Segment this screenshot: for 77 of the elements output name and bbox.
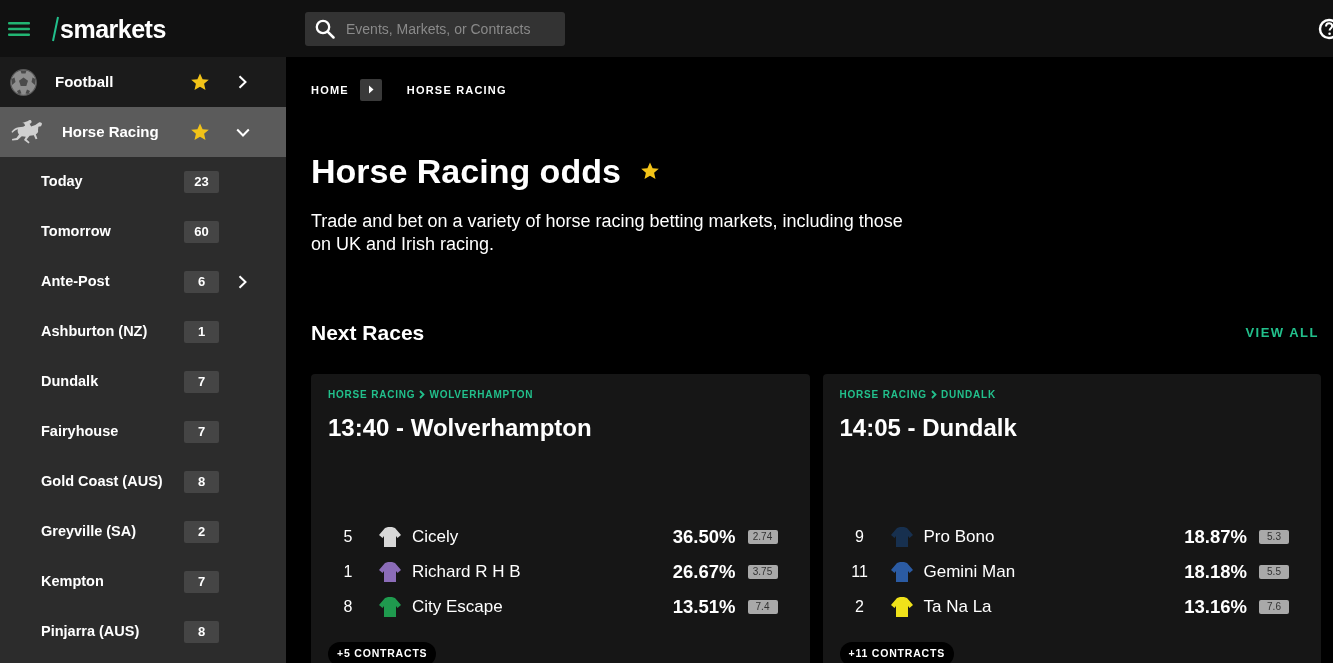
sidebar-item[interactable]: Pinjarra (AUS) 8: [0, 607, 286, 657]
sidebar-item[interactable]: Today 23: [0, 157, 286, 207]
football-icon: [10, 68, 37, 96]
search-icon: [315, 18, 335, 39]
runner-number: 11: [850, 561, 869, 582]
probability: 13.16%: [1184, 594, 1247, 619]
chevron-right-icon: [419, 390, 426, 399]
sidebar-item[interactable]: Gold Coast (AUS) 8: [0, 457, 286, 507]
odds-badge: 3.75: [747, 564, 778, 579]
sport-item[interactable]: Horse Racing: [0, 107, 286, 157]
probability: 13.51%: [672, 594, 736, 619]
count-badge: 7: [184, 421, 219, 443]
odds-badge: 5.3: [1259, 529, 1289, 544]
racehorse-icon: [10, 119, 44, 145]
count-badge: 7: [184, 371, 219, 393]
chevron-right-icon: [930, 390, 937, 399]
sidebar-item[interactable]: Dundalk 7: [0, 357, 286, 407]
race-path-link[interactable]: WOLVERHAMPTON: [429, 387, 534, 402]
odds-badge: 5.5: [1259, 564, 1289, 579]
page-title: Horse Racing odds: [311, 151, 621, 192]
count-badge: 7: [184, 571, 219, 593]
count-badge: 2: [184, 521, 219, 543]
sidebar-item[interactable]: Tomorrow 60: [0, 207, 286, 257]
menu-icon[interactable]: [8, 21, 30, 36]
view-all-link[interactable]: VIEW ALL: [1245, 323, 1319, 343]
sport-item[interactable]: Football: [0, 57, 286, 107]
count-badge: 60: [184, 221, 219, 243]
sidebar-item[interactable]: Ashburton (NZ) 1: [0, 307, 286, 357]
sidebar-item[interactable]: Kempton 7: [0, 557, 286, 607]
search-field[interactable]: Events, Markets, or Contracts: [305, 11, 565, 46]
section-title: Next Races: [311, 320, 425, 346]
runner-name: Richard R H B: [412, 560, 522, 583]
count-badge: 1: [184, 321, 219, 343]
help-icon[interactable]: [1318, 17, 1333, 40]
runner-name: Pro Bono: [923, 525, 996, 548]
more-contracts-button[interactable]: +5 CONTRACTS: [328, 642, 437, 663]
odds-badge: 7.4: [747, 599, 778, 614]
runner-number: 5: [342, 526, 354, 547]
runner-number: 8: [342, 596, 354, 617]
chevron-down-icon[interactable]: [235, 127, 250, 137]
more-contracts-button[interactable]: +11 CONTRACTS: [839, 642, 954, 663]
runner-name: Gemini Man: [923, 560, 1017, 583]
odds-badge: 7.6: [1259, 599, 1289, 614]
probability: 26.67%: [672, 559, 736, 584]
count-badge: 6: [184, 271, 219, 293]
race-title: 14:05 - Dundalk: [839, 413, 1018, 443]
chevron-right-icon[interactable]: [237, 275, 247, 289]
runner-name: Cicely: [412, 525, 460, 548]
sidebar-item[interactable]: Ante-Post 6: [0, 257, 286, 307]
chevron-right-icon[interactable]: [238, 75, 247, 89]
caret-icon: [359, 79, 382, 101]
runner-number: 1: [342, 561, 354, 582]
count-badge: 8: [184, 471, 219, 493]
count-badge: 8: [184, 621, 219, 643]
probability: 18.18%: [1184, 559, 1247, 584]
odds-badge: 2.74: [747, 529, 778, 544]
star-icon[interactable]: [191, 73, 209, 91]
runner-number: 9: [854, 526, 865, 547]
logo-slash-icon: [52, 15, 59, 42]
star-icon[interactable]: [191, 123, 209, 141]
race-path-link[interactable]: HORSE RACING: [839, 387, 927, 402]
sidebar-item[interactable]: Greyville (SA) 2: [0, 507, 286, 557]
runner-number: 2: [854, 596, 865, 617]
star-icon[interactable]: [640, 162, 659, 180]
count-badge: 23: [184, 171, 219, 193]
race-title: 13:40 - Wolverhampton: [328, 413, 593, 443]
runner-name: Ta Na La: [923, 595, 993, 618]
page-description: Trade and bet on a variety of horse racing betting markets, including those on UK and Irish racing.: [311, 210, 904, 256]
logo[interactable]: smarkets: [60, 13, 166, 44]
runner-name: City Escape: [412, 595, 504, 618]
race-path-link[interactable]: HORSE RACING: [328, 387, 416, 402]
breadcrumb-link[interactable]: HORSE RACING: [406, 81, 507, 99]
race-path-link[interactable]: DUNDALK: [940, 387, 996, 402]
sidebar-item[interactable]: Fairyhouse 7: [0, 407, 286, 457]
probability: 36.50%: [672, 524, 736, 549]
breadcrumb-link[interactable]: HOME: [311, 81, 349, 99]
probability: 18.87%: [1184, 524, 1247, 549]
